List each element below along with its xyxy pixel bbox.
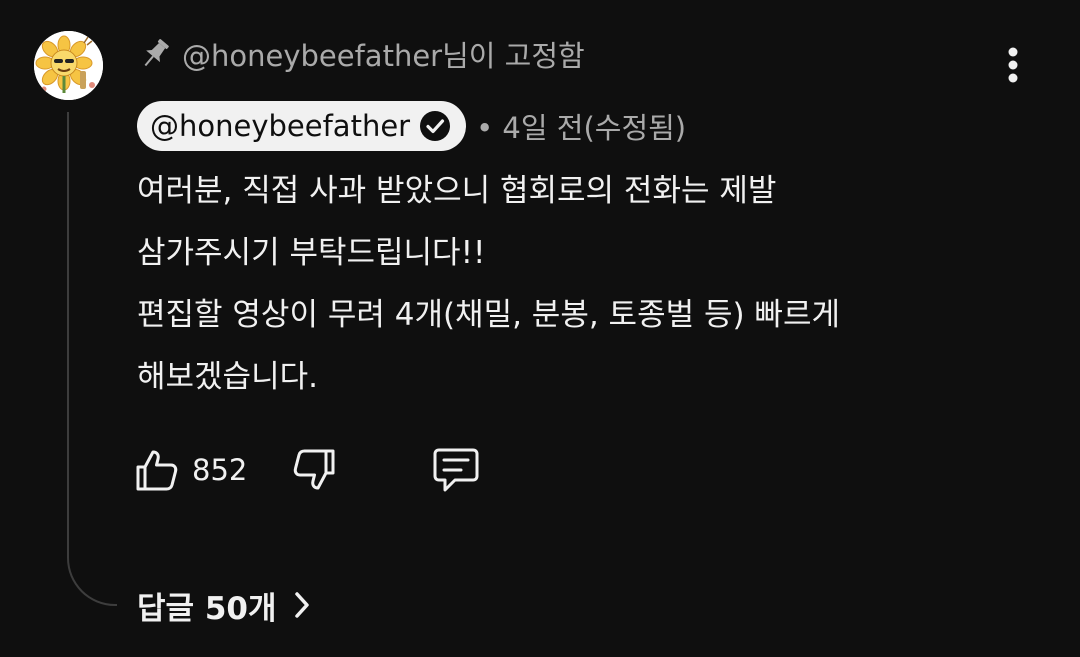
- author-avatar[interactable]: [34, 31, 103, 100]
- thumbs-up-icon: [136, 450, 178, 491]
- comment-header: @honeybeefather • 4일 전(수정됨): [137, 100, 686, 152]
- pin-icon: [140, 36, 170, 72]
- more-options-button[interactable]: [990, 42, 1036, 88]
- pinned-label: @honeybeefather님이 고정함: [182, 39, 585, 73]
- like-button[interactable]: 852: [134, 444, 247, 496]
- comment-icon: [433, 448, 479, 492]
- pinned-indicator: @honeybeefather님이 고정함: [140, 32, 585, 76]
- comment-timestamp: • 4일 전(수정됨): [476, 111, 687, 145]
- author-name: @honeybeefather: [150, 109, 411, 143]
- sunflower-bee-avatar-image: [34, 31, 103, 100]
- view-replies-button[interactable]: 답글 50개: [137, 580, 311, 630]
- reply-thread-line: [67, 112, 117, 606]
- dislike-button[interactable]: [291, 444, 337, 496]
- author-name-chip[interactable]: @honeybeefather: [137, 101, 467, 151]
- thumbs-down-icon: [294, 449, 335, 490]
- like-count: 852: [192, 453, 248, 487]
- comment-action-bar: 852: [134, 444, 481, 496]
- chevron-right-icon: [293, 590, 311, 620]
- reply-button[interactable]: [431, 444, 481, 496]
- replies-label: 답글 50개: [137, 590, 277, 627]
- more-vert-icon: [1008, 47, 1018, 83]
- comment-text: 여러분, 직접 사과 받았으니 협회로의 전화는 제발 삼가주시기 부탁드립니다…: [137, 173, 840, 395]
- verified-icon: [418, 109, 452, 143]
